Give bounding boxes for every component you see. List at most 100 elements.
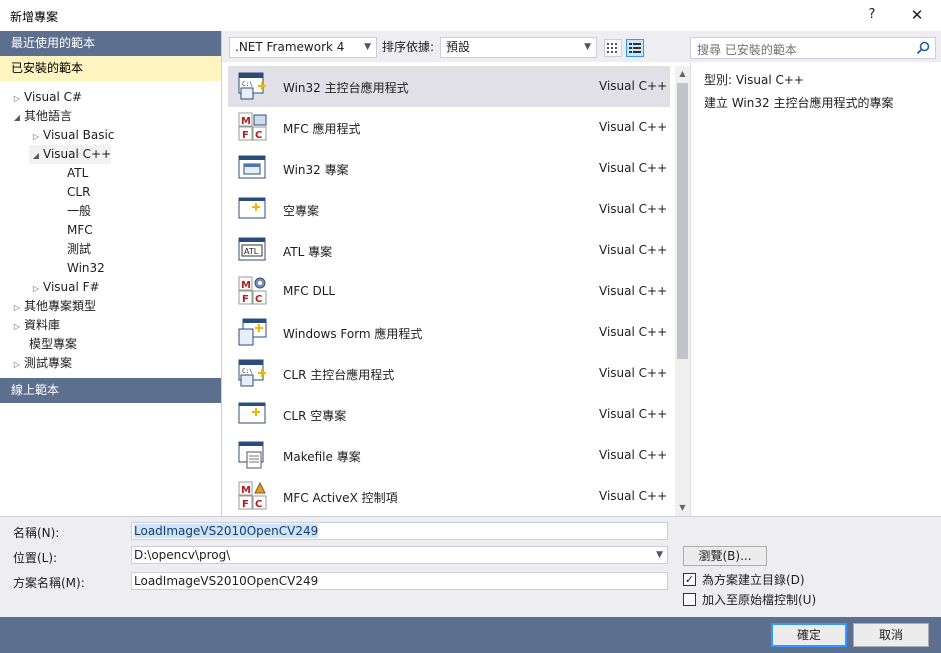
template-row-empty-project[interactable]: 空專案 Visual C++ [228,189,670,230]
small-icons-view-button[interactable] [604,39,622,57]
expand-arrow-icon[interactable]: ▷ [10,89,24,108]
template-description-panel: 型別: Visual C++ 建立 Win32 主控台應用程式的專案 [690,62,941,516]
empty-project-icon [238,197,266,219]
template-row-clr-empty[interactable]: CLR 空專案 Visual C++ [228,394,670,435]
expand-arrow-icon[interactable]: ▷ [29,127,43,146]
recent-templates-header[interactable]: 最近使用的範本 [0,31,221,56]
help-button[interactable]: ? [860,4,884,26]
tree-item-clr[interactable]: CLR [67,183,90,202]
template-language: Visual C++ [599,202,668,216]
add-to-source-control-checkbox[interactable]: 加入至原始檔控制(U) [683,592,816,610]
tree-item-visual-basic[interactable]: ▷ Visual Basic [29,126,115,146]
tree-item-test[interactable]: 測試 [67,240,91,259]
search-input[interactable]: 搜尋 已安裝的範本 [697,41,797,58]
svg-text:C: C [255,130,262,141]
tree-item-label: 資料庫 [24,318,61,332]
installed-templates-header[interactable]: 已安裝的範本 [0,56,221,81]
sort-label: 排序依據: [382,40,435,54]
template-name: ATL 專案 [283,245,333,259]
clr-console-icon: C:\ [238,359,266,387]
template-row-mfc-activex[interactable]: MFC MFC ActiveX 控制項 Visual C++ [228,476,670,516]
tree-item-test-projects[interactable]: ▷ 測試專案 [10,354,72,373]
clr-empty-icon [238,402,266,424]
sort-select[interactable]: 預設 ▼ [440,37,597,58]
scroll-thumb[interactable] [677,83,688,359]
tree-item-database[interactable]: ▷ 資料庫 [10,316,60,335]
tree-item-visual-cpp[interactable]: ◢ Visual C++ [29,145,112,165]
framework-value: .NET Framework 4 [235,40,345,54]
name-field[interactable]: LoadImageVS2010OpenCV249 [131,522,668,540]
svg-text:C:\: C:\ [242,81,253,88]
template-name: Win32 專案 [283,163,349,177]
windows-form-icon [238,318,267,346]
tree-item-modeling-projects[interactable]: 模型專案 [29,335,77,354]
template-row-makefile[interactable]: Makefile 專案 Visual C++ [228,435,670,476]
template-row-win32-console[interactable]: C:\ Win32 主控台應用程式 Visual C++ [228,66,670,107]
name-field-value: LoadImageVS2010OpenCV249 [134,524,319,538]
tree-item-mfc[interactable]: MFC [67,221,93,240]
tree-item-visual-csharp[interactable]: ▷ Visual C# [10,88,82,107]
create-directory-checkbox[interactable]: ✓ 為方案建立目錄(D) [683,572,805,590]
template-name: MFC DLL [283,284,336,298]
solution-name-field[interactable]: LoadImageVS2010OpenCV249 [131,572,668,590]
expand-arrow-icon[interactable]: ▷ [10,317,24,336]
location-combo[interactable]: D:\opencv\prog\ ▼ [131,546,668,564]
collapse-arrow-icon[interactable]: ◢ [29,146,43,165]
template-name: Makefile 專案 [283,450,361,464]
scroll-up-arrow-icon[interactable]: ▲ [675,66,690,82]
expand-arrow-icon[interactable]: ▷ [10,298,24,317]
template-list: C:\ Win32 主控台應用程式 Visual C++ MFC MFC 應用程… [228,66,675,516]
tree-item-label: Visual Basic [43,128,115,142]
template-row-atl-project[interactable]: ATL ATL 專案 Visual C++ [228,230,670,271]
expand-arrow-icon[interactable]: ▷ [10,355,24,374]
mfc-activex-icon: MF C [238,481,267,510]
online-templates-header[interactable]: 線上範本 [0,378,221,403]
tree-item-general[interactable]: 一般 [67,202,91,221]
svg-text:M: M [241,485,251,496]
template-toolbar: .NET Framework 4 ▼ 排序依據: 預設 ▼ 搜尋 已安裝的範本 [222,31,941,62]
tree-item-other-project-types[interactable]: ▷ 其他專案類型 [10,297,96,316]
grid-view-icon [607,43,617,53]
chevron-down-icon[interactable]: ▼ [656,547,663,563]
expand-arrow-icon[interactable]: ▷ [29,279,43,298]
template-list-scrollbar[interactable]: ▲ ▼ [675,66,690,516]
collapse-arrow-icon[interactable]: ◢ [10,108,24,127]
template-language: Visual C++ [599,284,668,298]
template-language: Visual C++ [599,120,668,134]
svg-text:F: F [242,294,249,305]
tree-item-other-languages[interactable]: ◢ 其他語言 [10,107,72,126]
checkbox-checked-icon[interactable]: ✓ [683,573,696,586]
template-row-windows-form[interactable]: Windows Form 應用程式 Visual C++ [228,312,670,353]
template-row-mfc-dll[interactable]: MFC MFC DLL Visual C++ [228,271,670,312]
cancel-button[interactable]: 取消 [853,623,929,647]
tree-item-visual-fsharp[interactable]: ▷ Visual F# [29,278,100,297]
close-button[interactable]: ✕ [900,4,934,26]
console-app-icon: C:\ [238,72,266,100]
chevron-down-icon: ▼ [584,42,591,52]
template-type: 型別: Visual C++ [704,73,804,87]
template-language: Visual C++ [599,448,668,462]
template-language: Visual C++ [599,325,668,339]
template-row-win32-project[interactable]: Win32 專案 Visual C++ [228,148,670,189]
template-row-mfc-app[interactable]: MFC MFC 應用程式 Visual C++ [228,107,670,148]
svg-text:M: M [241,116,251,127]
search-box[interactable]: 搜尋 已安裝的範本 [690,37,936,59]
name-label: 名稱(N): [13,526,60,540]
template-category-panel: 最近使用的範本 已安裝的範本 ▷ Visual C# ◢ 其他語言 ▷ Visual … [0,31,222,516]
tree-item-atl[interactable]: ATL [67,164,88,183]
search-icon[interactable] [916,41,930,55]
template-language: Visual C++ [599,366,668,380]
ok-button[interactable]: 確定 [771,623,847,647]
template-description: 建立 Win32 主控台應用程式的專案 [704,96,894,110]
template-language: Visual C++ [599,161,668,175]
framework-select[interactable]: .NET Framework 4 ▼ [229,37,377,58]
checkbox-unchecked-icon[interactable] [683,593,696,606]
browse-button[interactable]: 瀏覽(B)... [683,546,767,566]
tree-item-win32[interactable]: Win32 [67,259,105,278]
mfc-app-icon: MF C [238,112,267,141]
scroll-down-arrow-icon[interactable]: ▼ [675,500,690,516]
location-value: D:\opencv\prog\ [134,548,231,562]
template-row-clr-console[interactable]: C:\ CLR 主控台應用程式 Visual C++ [228,353,670,394]
window-title: 新增專案 [10,10,59,24]
list-view-button[interactable] [626,39,644,57]
